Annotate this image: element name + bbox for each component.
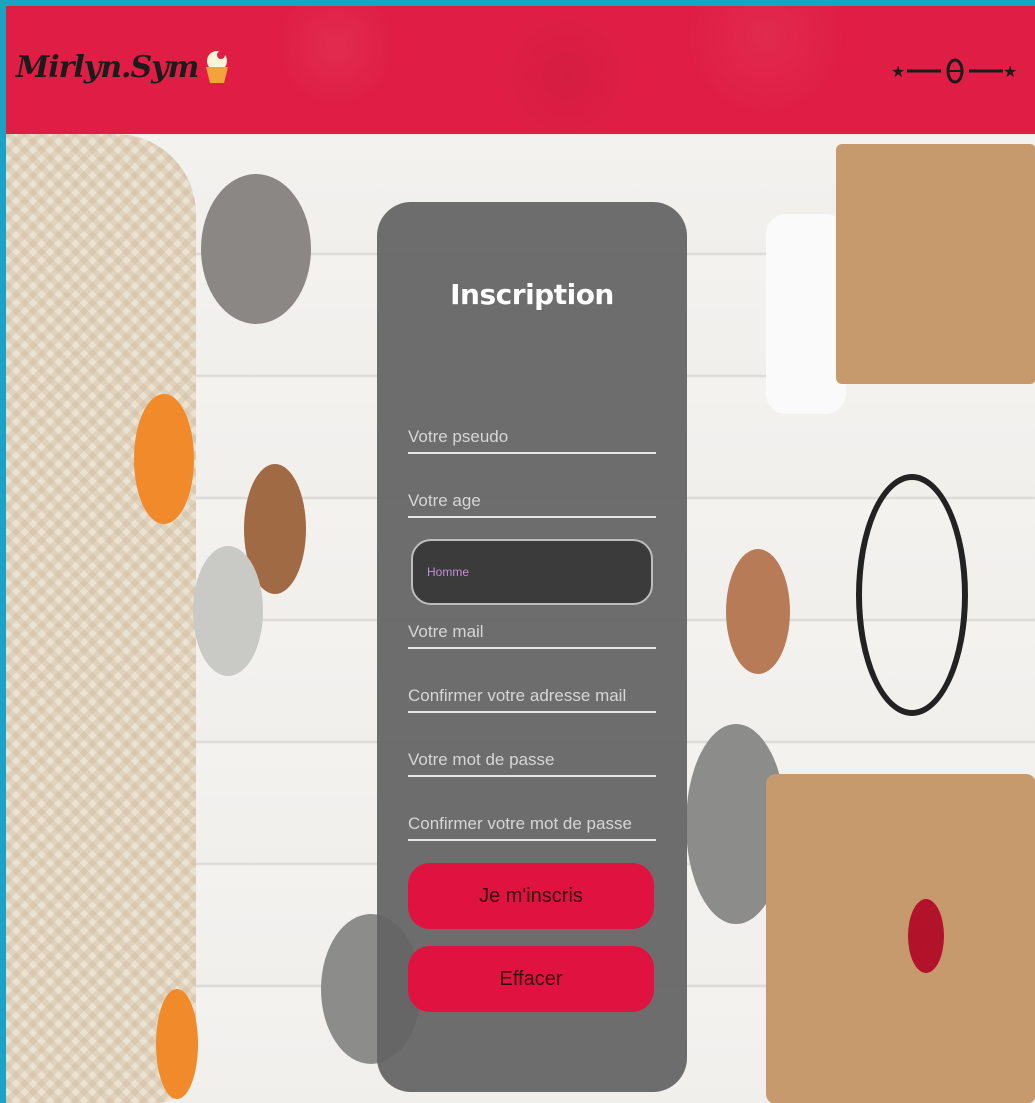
reset-button[interactable]: Effacer bbox=[408, 946, 654, 1012]
bauble-image bbox=[908, 899, 944, 973]
svg-text:★: ★ bbox=[891, 62, 905, 81]
gender-select[interactable]: Homme bbox=[411, 539, 653, 605]
cupcake-icon bbox=[206, 51, 229, 83]
candle-image bbox=[193, 546, 263, 676]
page-title: Inscription bbox=[450, 278, 614, 311]
password-input[interactable]: Votre mot de passe bbox=[408, 743, 656, 777]
email-confirm-input[interactable]: Confirmer votre adresse mail bbox=[408, 679, 656, 713]
ornament-menu-icon[interactable]: ★ ★ bbox=[885, 54, 1025, 88]
knit-blanket-image bbox=[6, 134, 196, 1103]
logo[interactable]: Mirlyn.Sym bbox=[16, 42, 232, 92]
age-input[interactable]: Votre age bbox=[408, 484, 656, 518]
gift-box-image-2 bbox=[766, 774, 1035, 1103]
orange-image bbox=[134, 394, 194, 524]
svg-text:★: ★ bbox=[1003, 62, 1017, 81]
milk-glass-image bbox=[766, 214, 846, 414]
pseudo-input[interactable]: Votre pseudo bbox=[408, 420, 656, 454]
logo-text: Mirlyn.Sym bbox=[16, 49, 199, 85]
mug-image bbox=[201, 174, 311, 324]
email-input[interactable]: Votre mail bbox=[408, 615, 656, 649]
cookie-image-2 bbox=[726, 549, 790, 674]
gift-box-image bbox=[836, 144, 1035, 384]
orange-image-2 bbox=[156, 989, 198, 1099]
signup-button[interactable]: Je m'inscris bbox=[408, 863, 654, 929]
signup-panel: Inscription Votre pseudo Votre age Homme… bbox=[377, 202, 687, 1092]
header-bar: Mirlyn.Sym ★ ★ bbox=[6, 6, 1035, 134]
app-frame: Mirlyn.Sym ★ ★ Inscription Votre pseudo … bbox=[6, 6, 1035, 1103]
password-confirm-input[interactable]: Confirmer votre mot de passe bbox=[408, 807, 656, 841]
scissors-image bbox=[856, 474, 968, 716]
